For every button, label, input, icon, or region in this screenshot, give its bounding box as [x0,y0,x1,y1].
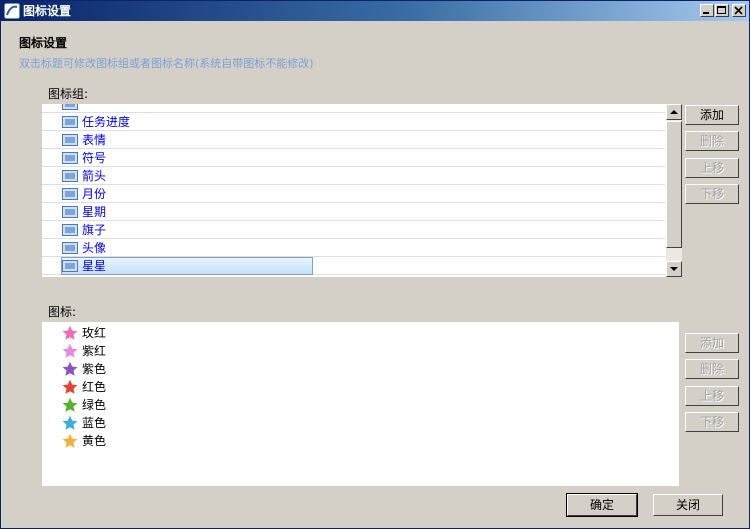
icon-group-icon [62,104,78,110]
arrow-down-icon [670,267,678,271]
scroll-up-button[interactable] [666,104,682,120]
list-item[interactable]: 星期 [42,203,665,221]
vertical-scrollbar[interactable] [666,104,682,277]
group-move-up-button[interactable]: 上移 [685,158,739,178]
list-item[interactable]: 任务进度 [42,113,665,131]
icon-move-up-button[interactable]: 上移 [685,386,739,406]
list-item-label: 星星 [82,259,107,273]
list-item[interactable]: 符号 [42,149,665,167]
ok-button[interactable]: 确定 [566,493,638,517]
list-item-label: 任务进度 [82,115,131,129]
icon-delete-button[interactable]: 删除 [685,359,739,379]
close-button[interactable]: 关闭 [653,494,723,516]
list-item-label: 紫色 [82,362,107,376]
star-icon [62,415,78,430]
group-add-button[interactable]: 添加 [685,105,739,125]
list-item-label: 蓝色 [82,416,107,430]
list-item[interactable]: 月份 [42,185,665,203]
list-item-label: 旗子 [82,223,107,237]
icon-add-button[interactable]: 添加 [685,333,739,353]
list-item-label: 头像 [82,241,107,255]
icon-group-label: 图标组: [48,87,89,101]
maximize-icon [717,6,726,14]
list-item-label: 箭头 [82,169,107,183]
window-title: 图标设置 [23,4,72,18]
star-icon [62,397,78,412]
list-item-label: 紫红 [82,344,107,358]
list-item[interactable]: 旗子 [42,221,665,239]
maximize-button[interactable] [715,4,729,17]
list-item-label: 星期 [82,205,107,219]
arrow-up-icon [670,110,678,114]
icon-group-icon [62,188,78,200]
list-item-selected[interactable]: 星星 [42,257,665,275]
list-item[interactable] [42,104,665,113]
list-item-label: 符号 [82,151,107,165]
scroll-thumb[interactable] [666,121,682,248]
icon-group-icon [62,224,78,236]
list-item-label: 黄色 [82,434,107,448]
star-icon [62,433,78,448]
list-item-label: 玫红 [82,326,107,340]
minimize-button[interactable] [700,4,714,17]
list-item-label: 表情 [82,133,107,147]
close-window-button[interactable] [732,4,746,17]
minimize-icon [703,12,709,14]
scroll-down-button[interactable] [666,261,682,277]
icon-list[interactable]: 玫红 紫红 紫色 红色 绿色 蓝色 黄色 [42,322,679,486]
group-delete-button[interactable]: 删除 [685,131,739,151]
icon-group-icon [62,206,78,218]
close-icon [734,6,743,15]
star-icon [62,379,78,394]
list-item-label: 红色 [82,380,107,394]
icon-move-down-button[interactable]: 下移 [685,412,739,432]
icon-group-icon [62,260,78,272]
list-item[interactable]: 头像 [42,239,665,257]
list-item-label: 绿色 [82,398,107,412]
icon-group-list[interactable]: 任务进度 表情 符号 箭头 月份 星期 旗子 头像 星星 [42,104,682,277]
star-icon [62,325,78,340]
app-logo-icon [4,3,20,19]
star-icon [62,343,78,358]
star-icon [62,361,78,376]
list-item[interactable]: 箭头 [42,167,665,185]
list-item[interactable]: 表情 [42,131,665,149]
icon-group-icon [62,170,78,182]
hint-text: 双击标题可修改图标组或者图标名称(系统自带图标不能修改) [19,57,314,70]
group-move-down-button[interactable]: 下移 [685,184,739,204]
icon-group-icon [62,242,78,254]
icon-group-icon [62,152,78,164]
list-item-label: 月份 [82,187,107,201]
icon-group-icon [62,116,78,128]
icon-label: 图标: [48,305,77,319]
icon-group-icon [62,134,78,146]
title-bar[interactable]: 图标设置 [1,1,749,21]
icon-settings-dialog: 图标设置 图标设置 双击标题可修改图标组或者图标名称(系统自带图标不能修改) 图… [0,0,750,529]
page-heading: 图标设置 [19,36,68,50]
